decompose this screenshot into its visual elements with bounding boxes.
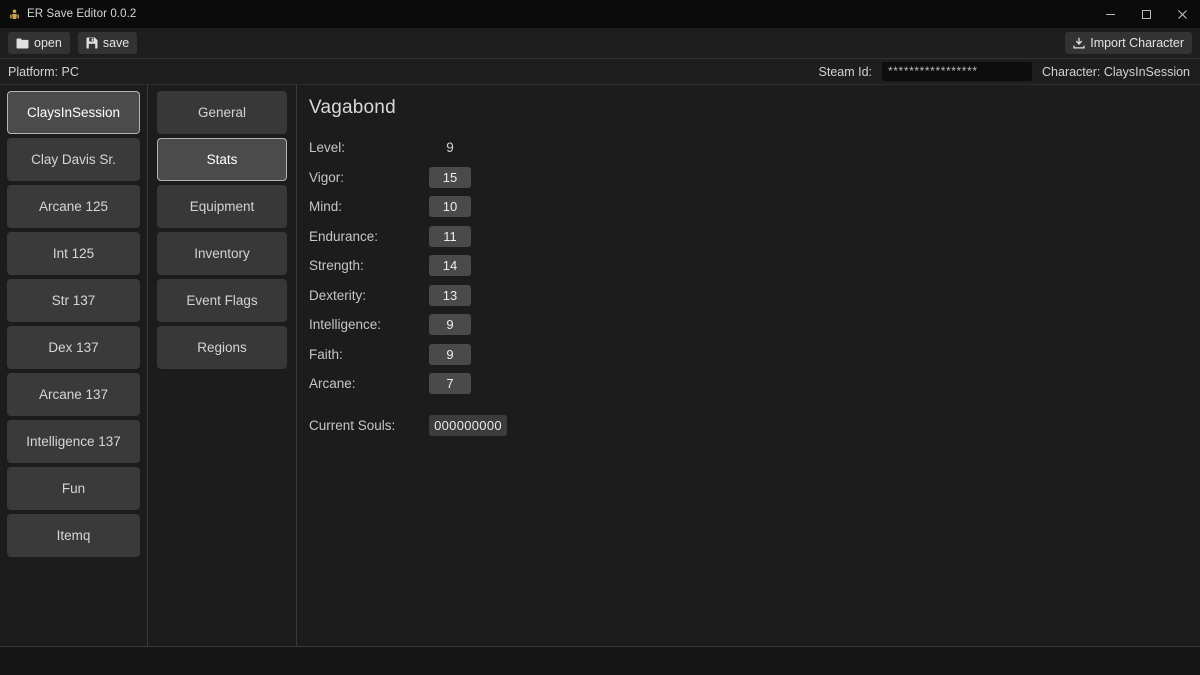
intelligence-label: Intelligence: (309, 317, 429, 332)
mind-label: Mind: (309, 199, 429, 214)
endurance-label: Endurance: (309, 229, 429, 244)
stat-row-strength: Strength: (309, 251, 1200, 281)
floppy-disk-icon (86, 37, 98, 49)
stats-panel: Vagabond Level: 9 Vigor: Mind: Endurance: S… (297, 85, 1200, 646)
stat-row-faith: Faith: (309, 340, 1200, 370)
platform-label: Platform: PC (8, 65, 79, 79)
character-item-label: ClaysInSession (27, 105, 120, 120)
tab-equipment[interactable]: Equipment (157, 185, 287, 228)
vigor-input[interactable] (429, 167, 471, 188)
close-icon[interactable] (1164, 0, 1200, 28)
character-item[interactable]: Dex 137 (7, 326, 140, 369)
arcane-label: Arcane: (309, 376, 429, 391)
character-item-label: Intelligence 137 (26, 434, 121, 449)
character-list: ClaysInSession Clay Davis Sr. Arcane 125 In… (0, 85, 148, 646)
tab-general[interactable]: General (157, 91, 287, 134)
toolbar: open save Import Chara (0, 28, 1200, 59)
character-item[interactable]: Arcane 137 (7, 373, 140, 416)
tab-label: General (198, 105, 246, 120)
stat-row-intelligence: Intelligence: (309, 310, 1200, 340)
tab-label: Equipment (190, 199, 255, 214)
body: ClaysInSession Clay Davis Sr. Arcane 125 In… (0, 85, 1200, 646)
endurance-input[interactable] (429, 226, 471, 247)
status-bar (0, 646, 1200, 675)
tab-inventory[interactable]: Inventory (157, 232, 287, 275)
character-class-title: Vagabond (309, 97, 1200, 119)
mind-input[interactable] (429, 196, 471, 217)
character-item-label: Arcane 137 (39, 387, 108, 402)
stat-row-vigor: Vigor: (309, 163, 1200, 193)
import-character-label: Import Character (1090, 37, 1184, 50)
stat-row-mind: Mind: (309, 192, 1200, 222)
steam-id-input[interactable] (882, 62, 1032, 81)
current-souls-label: Current Souls: (309, 418, 429, 433)
minimize-icon[interactable] (1092, 0, 1128, 28)
character-item[interactable]: Itemq (7, 514, 140, 557)
faith-input[interactable] (429, 344, 471, 365)
character-item-label: Int 125 (53, 246, 94, 261)
dexterity-input[interactable] (429, 285, 471, 306)
stat-row-endurance: Endurance: (309, 222, 1200, 252)
current-souls-input[interactable] (429, 415, 507, 436)
open-button-label: open (34, 37, 62, 50)
tab-label: Inventory (194, 246, 250, 261)
character-item-label: Arcane 125 (39, 199, 108, 214)
save-button-label: save (103, 37, 129, 50)
vigor-label: Vigor: (309, 170, 429, 185)
tab-label: Regions (197, 340, 247, 355)
current-character-label: Character: ClaysInSession (1042, 65, 1192, 79)
character-item-label: Str 137 (52, 293, 96, 308)
character-item[interactable]: Str 137 (7, 279, 140, 322)
open-button[interactable]: open (8, 32, 70, 54)
level-label: Level: (309, 140, 429, 155)
title-bar: ER Save Editor 0.0.2 (0, 0, 1200, 28)
stat-row-current-souls: Current Souls: (309, 411, 1200, 441)
tab-stats[interactable]: Stats (157, 138, 287, 181)
intelligence-input[interactable] (429, 314, 471, 335)
tab-label: Stats (207, 152, 238, 167)
maximize-icon[interactable] (1128, 0, 1164, 28)
arcane-input[interactable] (429, 373, 471, 394)
stat-row-dexterity: Dexterity: (309, 281, 1200, 311)
strength-input[interactable] (429, 255, 471, 276)
faith-label: Faith: (309, 347, 429, 362)
dexterity-label: Dexterity: (309, 288, 429, 303)
folder-icon (16, 38, 29, 49)
tab-event-flags[interactable]: Event Flags (157, 279, 287, 322)
save-button[interactable]: save (78, 32, 137, 54)
character-item-label: Fun (62, 481, 85, 496)
info-bar: Platform: PC Steam Id: Character: ClaysI… (0, 59, 1200, 85)
character-item[interactable]: Clay Davis Sr. (7, 138, 140, 181)
import-download-icon (1073, 37, 1085, 49)
tab-list: General Stats Equipment Inventory Event Flag… (148, 85, 297, 646)
window-title: ER Save Editor 0.0.2 (27, 8, 136, 20)
strength-label: Strength: (309, 258, 429, 273)
title-bar-left: ER Save Editor 0.0.2 (0, 8, 136, 21)
level-value: 9 (429, 140, 471, 155)
steam-id-label: Steam Id: (819, 65, 873, 79)
import-character-button[interactable]: Import Character (1065, 32, 1192, 54)
character-item[interactable]: Fun (7, 467, 140, 510)
tab-regions[interactable]: Regions (157, 326, 287, 369)
character-item[interactable]: Intelligence 137 (7, 420, 140, 463)
window-controls (1092, 0, 1200, 28)
character-item[interactable]: Arcane 125 (7, 185, 140, 228)
character-item[interactable]: Int 125 (7, 232, 140, 275)
elden-ring-icon (8, 8, 21, 21)
tab-label: Event Flags (186, 293, 257, 308)
stat-row-arcane: Arcane: (309, 369, 1200, 399)
character-item-label: Clay Davis Sr. (31, 152, 116, 167)
stat-rows: Level: 9 Vigor: Mind: Endurance: Strength: D… (309, 133, 1200, 399)
character-item[interactable]: ClaysInSession (7, 91, 140, 134)
character-item-label: Itemq (57, 528, 91, 543)
character-item-label: Dex 137 (48, 340, 98, 355)
app-window: ER Save Editor 0.0.2 open (0, 0, 1200, 675)
stat-row-level: Level: 9 (309, 133, 1200, 163)
